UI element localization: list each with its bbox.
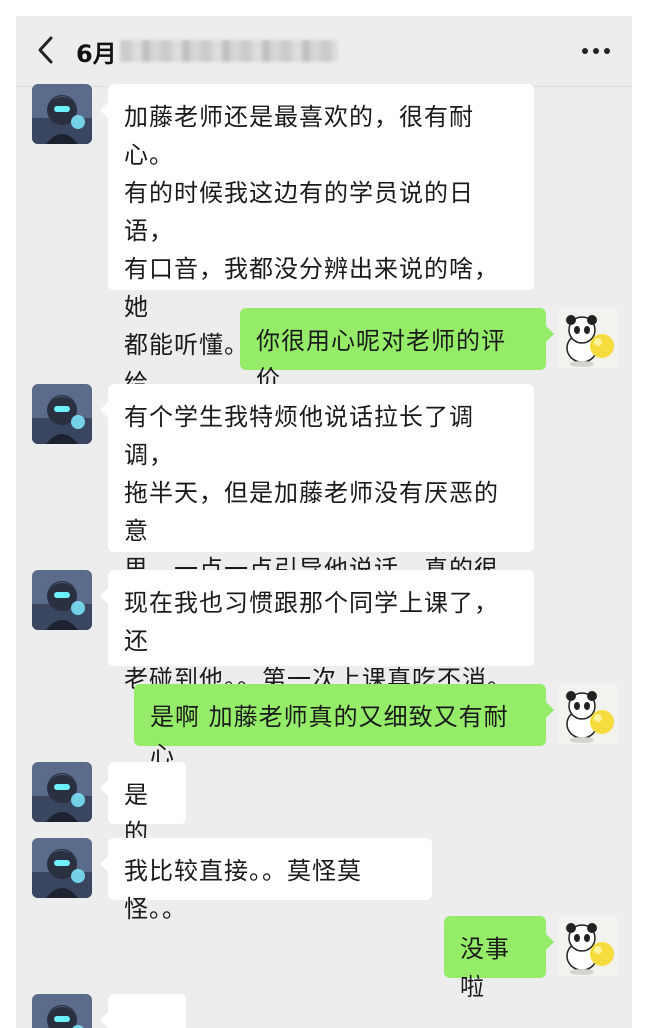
back-button[interactable] (28, 32, 64, 68)
message-bubble[interactable]: 我比较直接。。莫怪莫怪。。 (100, 838, 432, 923)
self-avatar[interactable] (558, 684, 618, 744)
message-bubble[interactable]: 是啊 加藤老师真的又细致又有耐心 (134, 684, 554, 769)
message-bubble[interactable]: 加藤老师还是最喜欢的，很有耐心。 有的时候我这边有的学员说的日语， 有口音，我都… (100, 84, 534, 435)
self-avatar[interactable] (558, 916, 618, 976)
contact-avatar[interactable] (32, 762, 92, 822)
contact-avatar[interactable] (32, 384, 92, 444)
message-bubble[interactable]: 现在我也习惯跟那个同学上课了，还 老碰到他。。第一次上课真吃不消。 (100, 570, 534, 693)
contact-avatar[interactable] (32, 570, 92, 630)
blurred-contact-name (120, 40, 338, 62)
contact-avatar[interactable] (32, 84, 92, 144)
message-bubble[interactable]: 没事啦 (444, 916, 554, 1001)
self-avatar[interactable] (558, 308, 618, 368)
more-options-button[interactable] (578, 34, 614, 68)
chat-header: 6月 (16, 16, 632, 87)
message-bubble[interactable] (100, 994, 186, 1028)
message-bubble[interactable]: 你很用心呢对老师的评价 (240, 308, 554, 393)
message-bubble[interactable]: 有个学生我特烦他说话拉长了调调， 拖半天，但是加藤老师没有厌恶的意 思，一点一点… (100, 384, 534, 659)
chat-screen: 6月 加藤老师还是最喜欢的，很有耐心。 有的时候我这边有的学员说的日语， 有口音… (16, 16, 632, 1028)
contact-avatar[interactable] (32, 838, 92, 898)
chat-title: 6月 (76, 40, 117, 68)
chevron-left-icon (38, 36, 53, 64)
message-bubble[interactable]: 是的 (100, 762, 186, 847)
contact-avatar[interactable] (32, 994, 92, 1028)
ellipsis-icon (582, 48, 610, 54)
